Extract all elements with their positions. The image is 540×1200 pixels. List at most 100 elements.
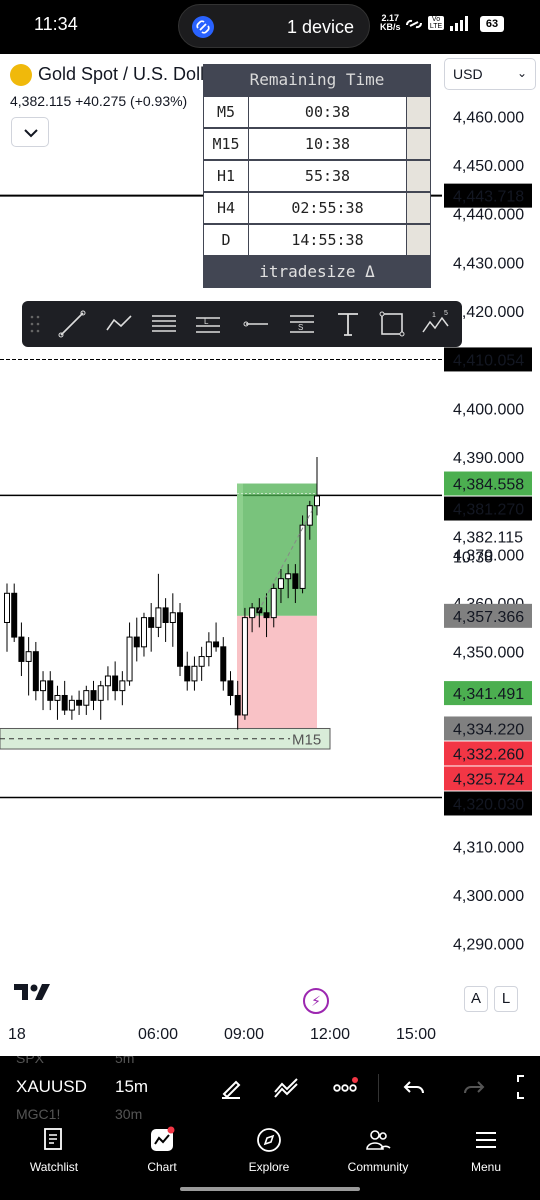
price-change: +40.275 (+0.93%) <box>75 93 188 109</box>
candle-body <box>148 617 155 628</box>
price-tick: 4,440.000 <box>453 207 524 224</box>
remaining-time-row: M5 00:38 <box>203 96 431 128</box>
signal-icon <box>450 16 468 31</box>
candle-body <box>191 665 198 682</box>
candle-body <box>314 495 320 507</box>
rectangle-icon[interactable] <box>376 308 408 340</box>
tradingview-logo <box>14 984 50 1000</box>
price-tick: 4,460.000 <box>453 109 524 126</box>
price-label-text: 4,384.558 <box>453 477 524 494</box>
candle-body <box>249 607 256 619</box>
progress-cell <box>407 224 431 256</box>
progress-cell <box>407 128 431 160</box>
nav-watchlist[interactable]: Watchlist <box>4 1126 104 1180</box>
svg-text:L: L <box>204 317 209 326</box>
current-price-label: 4,382.115 <box>453 530 523 547</box>
next-tf-ghost: 30m <box>115 1106 143 1120</box>
elliott-wave-icon[interactable]: 15 <box>420 308 452 340</box>
candle-body <box>54 694 61 701</box>
price-tick: 4,300.000 <box>453 888 524 905</box>
time-remaining-value: 14:55:38 <box>249 224 407 256</box>
drag-handle-icon[interactable] <box>30 314 40 334</box>
more-icon[interactable] <box>330 1072 360 1102</box>
symbol-price-change: 4,382.115 +40.275 (+0.93%) <box>10 93 187 109</box>
nav-label: Menu <box>470 1160 502 1174</box>
remaining-time-row: H1 55:38 <box>203 160 431 192</box>
nav-explore[interactable]: Explore <box>219 1126 319 1180</box>
svg-text:S: S <box>298 323 303 332</box>
watchlist-icon <box>44 1128 62 1150</box>
candle-body <box>76 699 83 706</box>
candle-body <box>270 587 277 619</box>
log-scale-button[interactable]: L <box>494 986 518 1012</box>
trend-line-icon[interactable] <box>56 308 88 340</box>
price-tick: 4,390.000 <box>453 450 524 467</box>
chevron-down-icon <box>24 129 38 138</box>
price-tick: 4,350.000 <box>453 645 524 662</box>
time-tick: 09:00 <box>224 1026 265 1043</box>
price-label-text: 4,341.491 <box>453 686 524 703</box>
nav-label: Community <box>347 1160 409 1174</box>
progress-cell <box>407 96 431 128</box>
auto-scale-button[interactable]: A <box>464 986 488 1012</box>
candle-body <box>32 651 39 692</box>
remaining-time-row: H4 02:55:38 <box>203 192 431 224</box>
price-tick: 4,430.000 <box>453 255 524 272</box>
remaining-time-row: D 14:55:38 <box>203 224 431 256</box>
battery-icon: 63 <box>480 16 504 32</box>
candle-body <box>133 636 140 648</box>
price-label-text: 4,357.366 <box>453 609 524 626</box>
nav-chart[interactable]: Chart <box>112 1126 212 1180</box>
price-label-text: 4,334.220 <box>453 721 524 738</box>
progress-cell <box>407 160 431 192</box>
horizontal-lines-icon[interactable] <box>148 308 180 340</box>
nav-menu[interactable]: Menu <box>436 1126 536 1180</box>
remaining-time-footer: itradesize Δ <box>203 256 431 288</box>
candle-body <box>184 665 191 682</box>
devices-count: 1 device <box>287 17 355 37</box>
candle-body <box>234 694 241 716</box>
candle-body <box>169 612 176 623</box>
long-position-icon[interactable]: L <box>192 308 224 340</box>
drawing-toolbar[interactable]: L S 15 <box>22 301 462 347</box>
symbol-selector[interactable]: XAUUSD <box>16 1077 87 1097</box>
remaining-time-widget: Remaining Time itradesize Δ M5 00:38 M15 10… <box>203 64 431 288</box>
last-price: 4,382.115 <box>10 93 72 109</box>
indicators-icon[interactable] <box>272 1072 302 1102</box>
text-icon[interactable] <box>332 308 364 340</box>
candle-body <box>277 578 284 589</box>
multi-line-icon[interactable] <box>104 308 136 340</box>
candle-body <box>119 680 126 692</box>
network-rate: 2.17 KB/s <box>380 13 401 32</box>
timeframe-label: H4 <box>203 192 249 224</box>
fullscreen-icon[interactable] <box>514 1072 540 1102</box>
price-tick: 4,450.000 <box>453 158 524 175</box>
time-tick: 18 <box>8 1026 26 1043</box>
candle-body <box>68 699 75 711</box>
collapse-legend-button[interactable] <box>11 117 49 147</box>
lightning-icon[interactable]: ⚡ <box>303 988 329 1014</box>
candle-body <box>285 573 292 580</box>
currency-select[interactable]: USD ⌄ <box>444 58 536 90</box>
loss-zone[interactable] <box>237 615 317 729</box>
undo-icon[interactable] <box>400 1072 430 1102</box>
brush-icon[interactable] <box>216 1072 246 1102</box>
candle-body <box>220 646 227 682</box>
time-remaining-value: 00:38 <box>249 96 407 128</box>
candle-body <box>292 573 299 589</box>
volte-icon: Vo LTE <box>428 16 444 30</box>
nav-community[interactable]: Community <box>328 1126 428 1180</box>
connected-devices-pill[interactable]: 1 device <box>178 4 370 48</box>
candle-body <box>162 607 169 623</box>
short-position-icon[interactable]: S <box>286 308 318 340</box>
chart-icon <box>151 1126 175 1151</box>
horizontal-ray-icon[interactable] <box>240 308 272 340</box>
svg-text:1: 1 <box>432 312 436 319</box>
candle-body <box>155 607 162 628</box>
timeframe-selector[interactable]: 15m <box>115 1077 148 1097</box>
home-indicator[interactable] <box>180 1187 360 1191</box>
prev-tf-ghost: 5m <box>115 1056 135 1066</box>
symbol-title[interactable]: Gold Spot / U.S. Dollar <box>38 64 220 85</box>
gold-symbol-icon <box>10 64 32 86</box>
redo-icon[interactable] <box>458 1072 488 1102</box>
